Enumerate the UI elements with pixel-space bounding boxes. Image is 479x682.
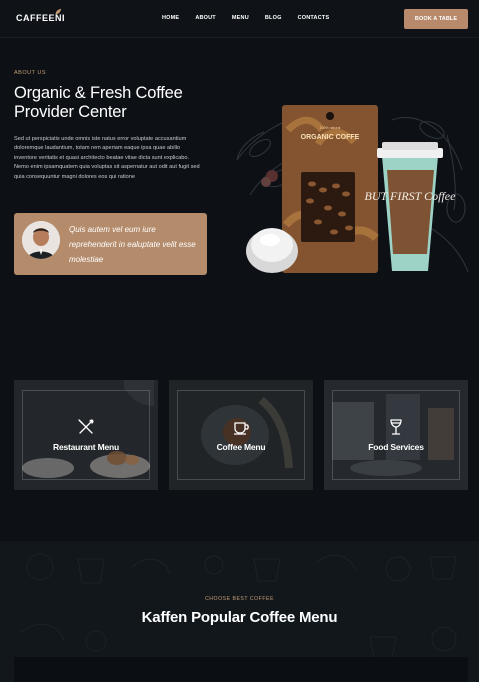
service-card-food-services[interactable]: Food Services <box>324 380 468 490</box>
main-nav: HOME ABOUT MENU BLOG CONTACTS <box>162 15 329 21</box>
about-kicker: ABOUT US <box>14 70 47 76</box>
service-label: Food Services <box>368 442 424 452</box>
service-card-coffee-menu[interactable]: Coffee Menu <box>169 380 313 490</box>
nav-blog[interactable]: BLOG <box>265 15 282 21</box>
leaf-icon <box>55 8 62 15</box>
svg-text:BUT FIRST Coffee: BUT FIRST Coffee <box>365 189 457 203</box>
nav-home[interactable]: HOME <box>162 15 179 21</box>
coffee-product-illustration: 100% natural ORGANIC COFFE BUT FIRST Cof… <box>236 105 469 273</box>
coffee-cup-icon <box>234 422 249 435</box>
book-table-button[interactable]: BOOK A TABLE <box>404 9 468 29</box>
nav-about[interactable]: ABOUT <box>195 15 216 21</box>
service-cards: Restaurant Menu Coffee Menu Food Service… <box>14 380 468 490</box>
hero-description: Sed ut perspiciatis unde omnis iste natu… <box>14 136 200 180</box>
svg-text:100% natural: 100% natural <box>320 126 341 130</box>
top-navigation: CAFFEENI HOME ABOUT MENU BLOG CONTACTS B… <box>0 0 479 38</box>
service-card-restaurant-menu[interactable]: Restaurant Menu <box>14 380 158 490</box>
service-label: Coffee Menu <box>216 442 266 452</box>
popular-menu-section: CHOOSE BEST COFFEE Kaffen Popular Coffee… <box>0 541 479 682</box>
svg-text:ORGANIC COFFE: ORGANIC COFFE <box>301 134 360 141</box>
fork-knife-icon <box>78 419 94 434</box>
menu-kicker: CHOOSE BEST COFFEE <box>205 596 274 602</box>
testimonial-card: Quis autem vel eum iure reprehenderit in… <box>14 213 207 275</box>
nav-contacts[interactable]: CONTACTS <box>298 15 330 21</box>
avatar <box>22 221 60 259</box>
service-label: Restaurant Menu <box>53 442 119 452</box>
hero-title: Organic & Fresh Coffee Provider Center <box>14 84 183 121</box>
menu-title: Kaffen Popular Coffee Menu <box>141 609 338 626</box>
nav-menu[interactable]: MENU <box>232 15 249 21</box>
wine-glass-icon <box>390 419 402 435</box>
testimonial-quote: Quis autem vel eum iure reprehenderit in… <box>69 225 196 264</box>
menu-content-area <box>14 657 468 682</box>
